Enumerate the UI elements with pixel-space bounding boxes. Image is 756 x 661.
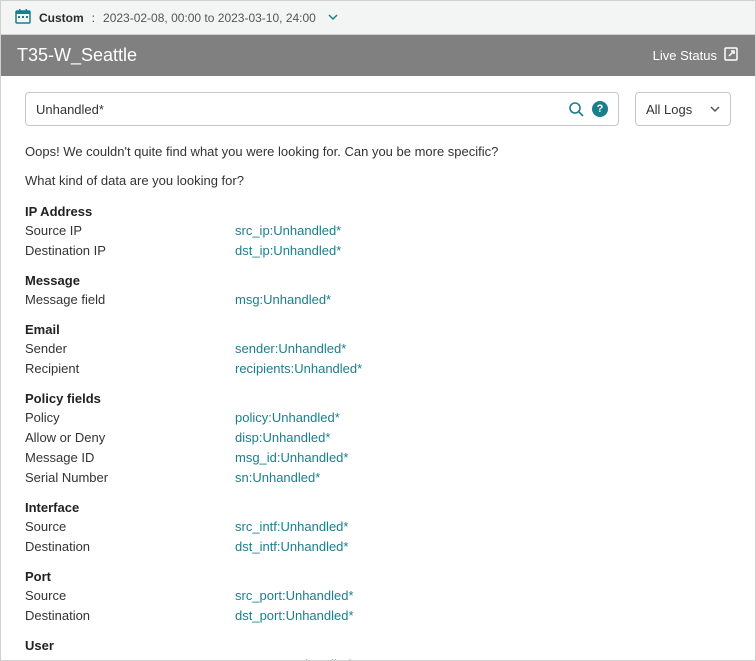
suggestion-row: Sourcesrc_intf:Unhandled* bbox=[25, 517, 731, 537]
suggestion-row: Source IPsrc_ip:Unhandled* bbox=[25, 221, 731, 241]
prompt-message: What kind of data are you looking for? bbox=[25, 173, 731, 188]
suggestion-link[interactable]: src_intf:Unhandled* bbox=[235, 517, 348, 537]
suggestion-label: Message ID bbox=[25, 448, 235, 468]
suggestion-label: Source bbox=[25, 517, 235, 537]
suggestion-link[interactable]: dst_ip:Unhandled* bbox=[235, 241, 341, 261]
live-status-link[interactable]: Live Status bbox=[653, 46, 739, 65]
section-heading: Email bbox=[25, 322, 731, 337]
suggestion-row: Destinationdst_intf:Unhandled* bbox=[25, 537, 731, 557]
suggestion-label: Sender bbox=[25, 339, 235, 359]
search-box: ? bbox=[25, 92, 619, 126]
logs-dropdown[interactable]: All Logs bbox=[635, 92, 731, 126]
section-heading: Message bbox=[25, 273, 731, 288]
date-range-bar[interactable]: Custom: 2023-02-08, 00:00 to 2023-03-10,… bbox=[1, 1, 755, 35]
suggestion-row: Policypolicy:Unhandled* bbox=[25, 408, 731, 428]
suggestion-link[interactable]: sn:Unhandled* bbox=[235, 468, 320, 488]
suggestion-row: Recipientrecipients:Unhandled* bbox=[25, 359, 731, 379]
suggestion-label: Source bbox=[25, 586, 235, 606]
help-icon[interactable]: ? bbox=[592, 101, 608, 117]
suggestion-link[interactable]: src_user:Unhandled* bbox=[235, 655, 356, 660]
not-found-message: Oops! We couldn't quite find what you we… bbox=[25, 144, 731, 159]
suggestion-row: Sourcesrc_user:Unhandled* bbox=[25, 655, 731, 660]
suggestion-link[interactable]: msg_id:Unhandled* bbox=[235, 448, 348, 468]
external-link-icon bbox=[723, 46, 739, 65]
suggestion-link[interactable]: sender:Unhandled* bbox=[235, 339, 346, 359]
suggestion-row: Allow or Denydisp:Unhandled* bbox=[25, 428, 731, 448]
suggestion-link[interactable]: dst_port:Unhandled* bbox=[235, 606, 354, 626]
suggestion-sections: IP AddressSource IPsrc_ip:Unhandled*Dest… bbox=[25, 204, 731, 660]
suggestion-label: Destination bbox=[25, 537, 235, 557]
logs-dropdown-label: All Logs bbox=[646, 102, 692, 117]
chevron-down-icon[interactable] bbox=[328, 11, 338, 25]
suggestion-label: Source IP bbox=[25, 221, 235, 241]
suggestion-label: Serial Number bbox=[25, 468, 235, 488]
date-range-value: 2023-02-08, 00:00 to 2023-03-10, 24:00 bbox=[103, 11, 316, 25]
date-mode-label: Custom bbox=[39, 11, 84, 25]
section-heading: Interface bbox=[25, 500, 731, 515]
suggestion-link[interactable]: src_port:Unhandled* bbox=[235, 586, 354, 606]
suggestion-link[interactable]: policy:Unhandled* bbox=[235, 408, 340, 428]
suggestion-label: Policy bbox=[25, 408, 235, 428]
chevron-down-icon bbox=[710, 102, 720, 117]
suggestion-row: Destinationdst_port:Unhandled* bbox=[25, 606, 731, 626]
suggestion-row: Message IDmsg_id:Unhandled* bbox=[25, 448, 731, 468]
search-row: ? All Logs bbox=[1, 76, 755, 136]
suggestion-link[interactable]: dst_intf:Unhandled* bbox=[235, 537, 348, 557]
suggestion-row: Sourcesrc_port:Unhandled* bbox=[25, 586, 731, 606]
search-input[interactable] bbox=[36, 102, 560, 117]
suggestion-link[interactable]: src_ip:Unhandled* bbox=[235, 221, 341, 241]
suggestion-link[interactable]: msg:Unhandled* bbox=[235, 290, 331, 310]
section-heading: IP Address bbox=[25, 204, 731, 219]
suggestion-label: Message field bbox=[25, 290, 235, 310]
section-heading: Port bbox=[25, 569, 731, 584]
suggestion-label: Destination bbox=[25, 606, 235, 626]
live-status-label: Live Status bbox=[653, 48, 717, 63]
search-icon[interactable] bbox=[568, 101, 584, 117]
suggestion-row: Serial Numbersn:Unhandled* bbox=[25, 468, 731, 488]
app-window: Custom: 2023-02-08, 00:00 to 2023-03-10,… bbox=[0, 0, 756, 661]
suggestion-link[interactable]: recipients:Unhandled* bbox=[235, 359, 362, 379]
page-title: T35-W_Seattle bbox=[17, 45, 137, 66]
section-heading: Policy fields bbox=[25, 391, 731, 406]
title-bar: T35-W_Seattle Live Status bbox=[1, 35, 755, 76]
suggestion-label: Allow or Deny bbox=[25, 428, 235, 448]
suggestion-link[interactable]: disp:Unhandled* bbox=[235, 428, 330, 448]
suggestion-row: Message fieldmsg:Unhandled* bbox=[25, 290, 731, 310]
section-heading: User bbox=[25, 638, 731, 653]
calendar-icon bbox=[15, 8, 31, 27]
suggestion-label: Destination IP bbox=[25, 241, 235, 261]
suggestion-row: Sendersender:Unhandled* bbox=[25, 339, 731, 359]
content-area: Oops! We couldn't quite find what you we… bbox=[1, 136, 755, 660]
suggestion-row: Destination IPdst_ip:Unhandled* bbox=[25, 241, 731, 261]
suggestion-label: Recipient bbox=[25, 359, 235, 379]
suggestion-label: Source bbox=[25, 655, 235, 660]
